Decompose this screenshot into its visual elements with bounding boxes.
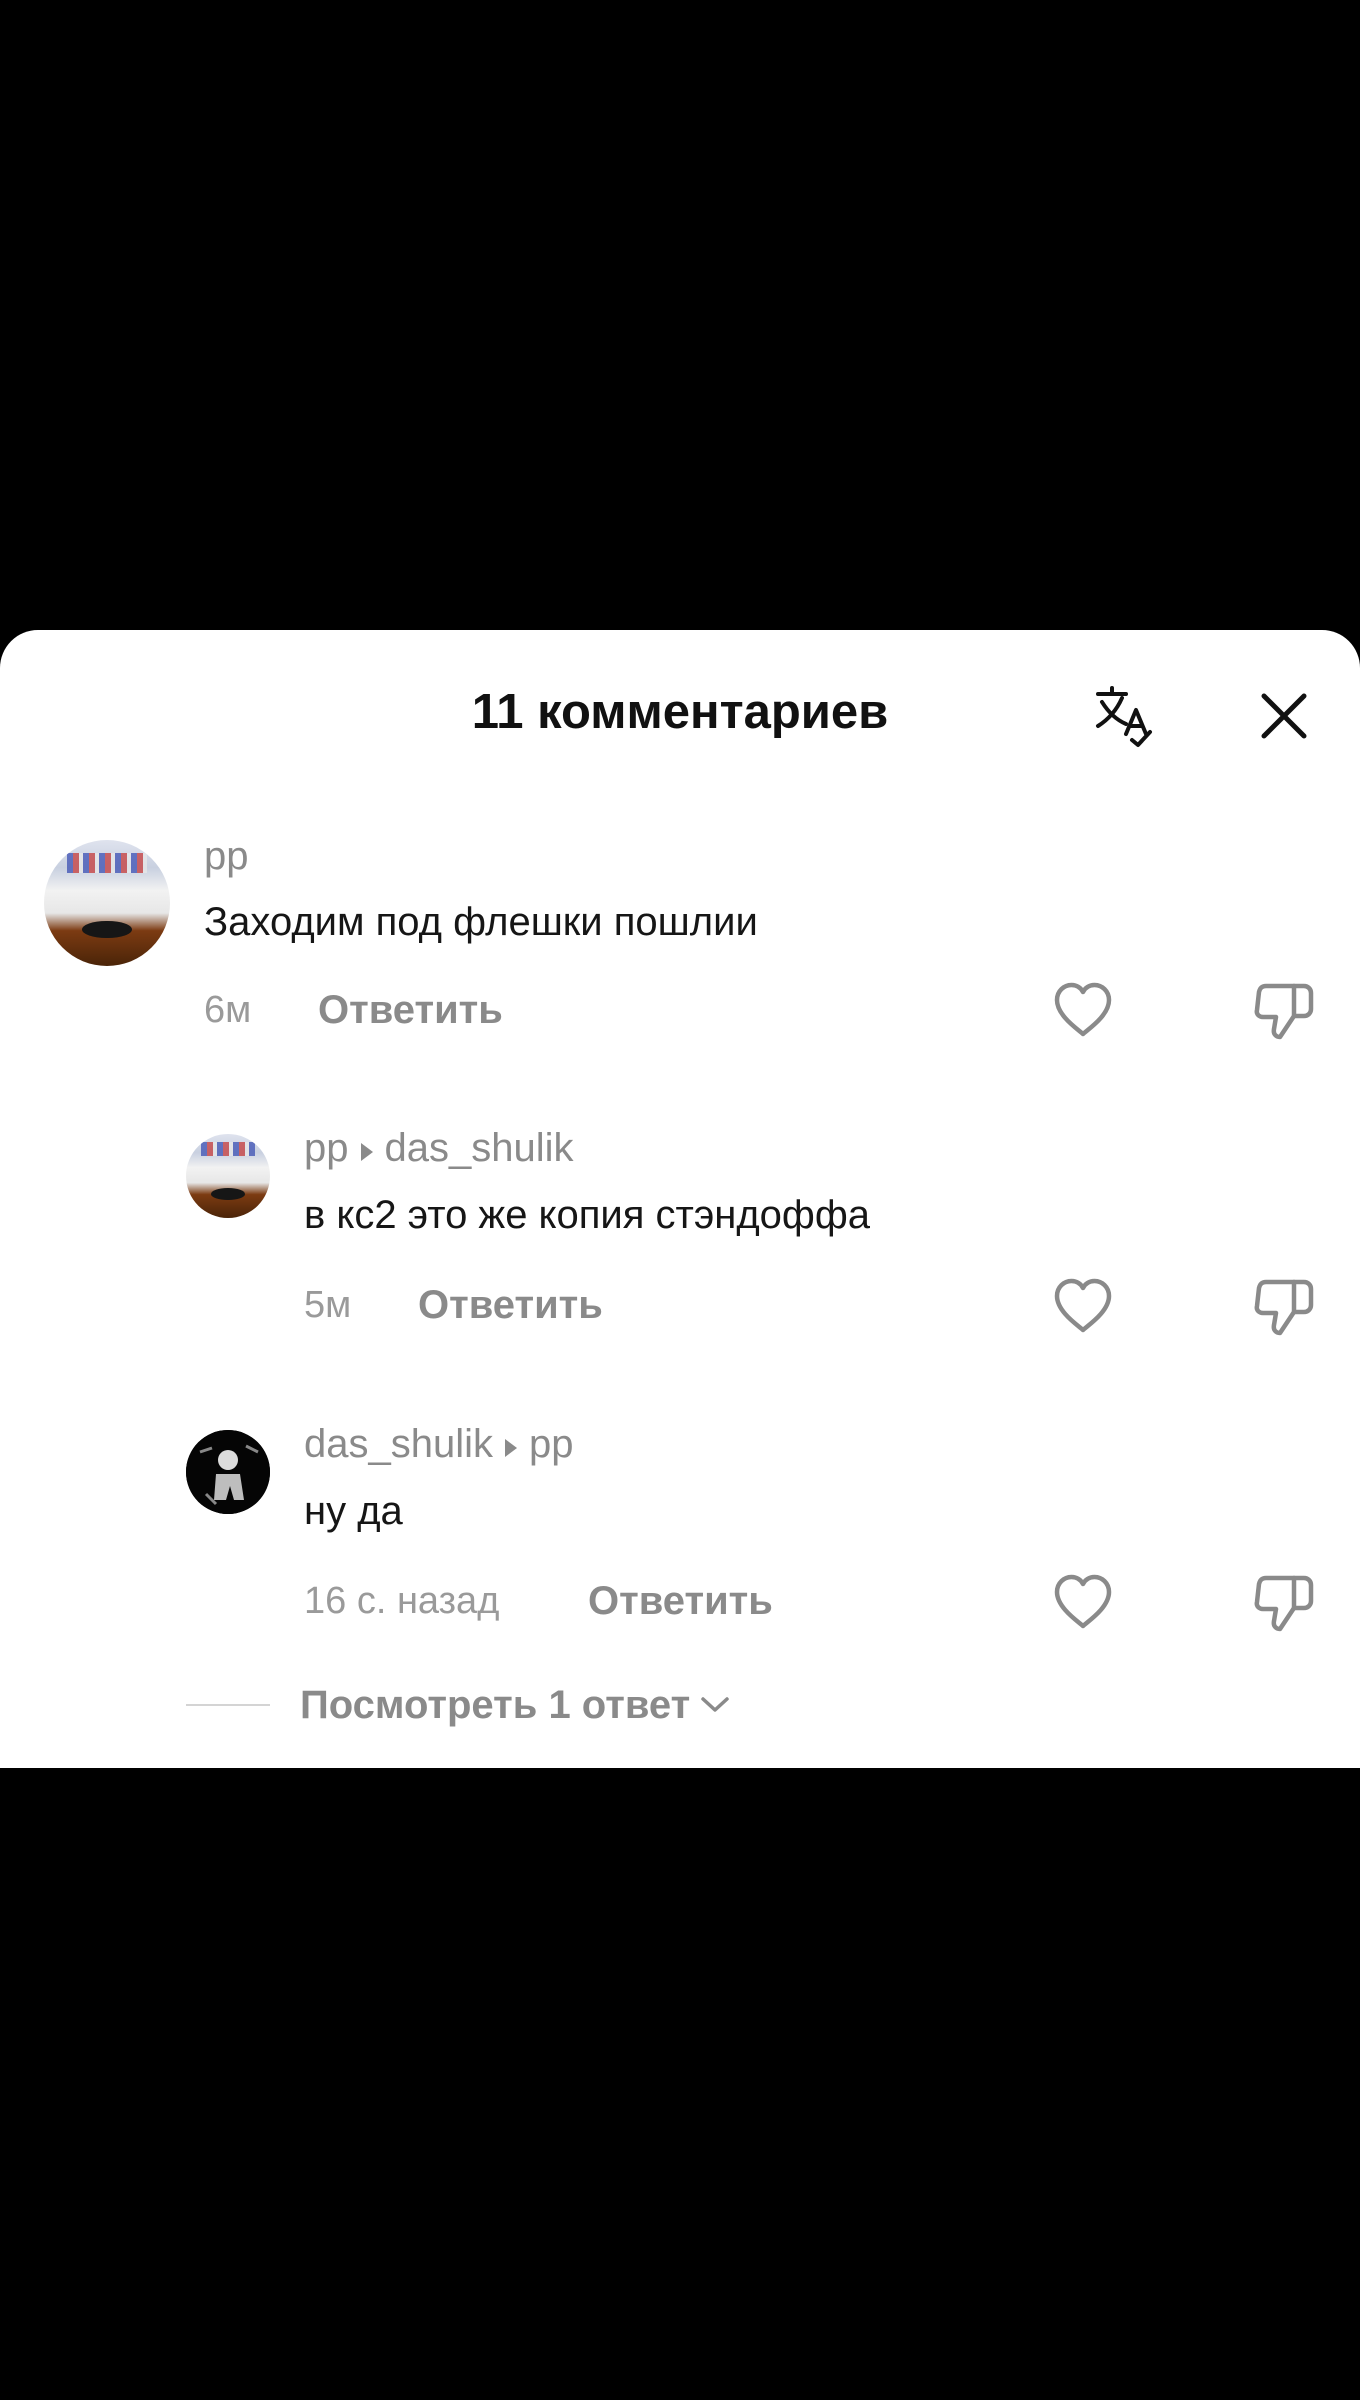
translate-button[interactable] (1092, 684, 1156, 748)
avatar[interactable] (44, 840, 170, 966)
comment-author[interactable]: pp (204, 832, 249, 880)
avatar[interactable] (186, 1134, 270, 1218)
comment-text: ну да (304, 1489, 403, 1533)
avatar-image (186, 1430, 270, 1514)
reply-button[interactable]: Ответить (588, 1578, 773, 1624)
triangle-right-icon (503, 1422, 519, 1470)
comments-count-title: 11 комментариев (471, 685, 889, 739)
view-replies-button[interactable]: Посмотреть 1 ответ (186, 1678, 730, 1732)
reply-to-name[interactable]: pp (529, 1422, 574, 1466)
view-replies-label: Посмотреть 1 ответ (300, 1682, 691, 1727)
like-button[interactable] (1049, 976, 1117, 1044)
triangle-right-icon (359, 1126, 375, 1174)
author-name[interactable]: das_shulik (304, 1422, 493, 1466)
author-name[interactable]: pp (204, 834, 249, 878)
reply-to-name[interactable]: das_shulik (385, 1126, 574, 1170)
close-button[interactable] (1252, 684, 1316, 748)
comment-time: 16 с. назад (304, 1580, 500, 1622)
reply-button[interactable]: Ответить (418, 1282, 603, 1328)
comment-text: Заходим под флешки пошлии (204, 900, 758, 944)
dislike-button[interactable] (1250, 976, 1318, 1044)
heart-outline-icon (1054, 982, 1112, 1037)
comment-time: 5м (304, 1284, 352, 1326)
thumbs-down-outline-icon (1254, 983, 1314, 1040)
chevron-down-icon (700, 1695, 730, 1715)
comment-author[interactable]: pp das_shulik (304, 1124, 574, 1174)
translate-icon (1096, 686, 1152, 747)
dislike-button[interactable] (1250, 1272, 1318, 1340)
heart-outline-icon (1054, 1574, 1112, 1629)
divider (186, 1704, 270, 1706)
close-icon (1261, 693, 1307, 739)
comment-text: в кс2 это же копия стэндоффа (304, 1193, 870, 1237)
avatar[interactable] (186, 1430, 270, 1514)
comment-author[interactable]: das_shulik pp (304, 1420, 574, 1470)
author-name[interactable]: pp (304, 1126, 349, 1170)
like-button[interactable] (1049, 1272, 1117, 1340)
comments-sheet: 11 комментариев pp Заходим под флешки по… (0, 630, 1360, 1768)
thumbs-down-outline-icon (1254, 1575, 1314, 1632)
reply-button[interactable]: Ответить (318, 987, 503, 1033)
like-button[interactable] (1049, 1568, 1117, 1636)
dislike-button[interactable] (1250, 1568, 1318, 1636)
heart-outline-icon (1054, 1278, 1112, 1333)
thumbs-down-outline-icon (1254, 1279, 1314, 1336)
comment-time: 6м (204, 989, 252, 1031)
